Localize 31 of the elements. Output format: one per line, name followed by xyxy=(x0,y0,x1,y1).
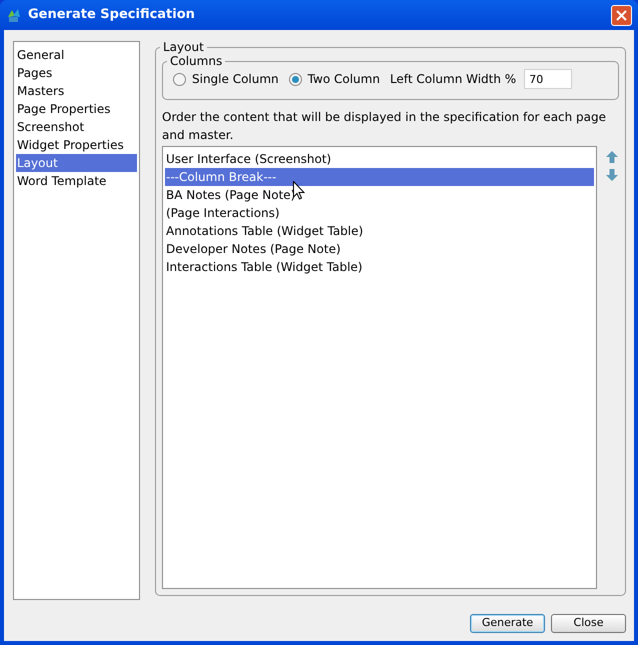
sidebar-item[interactable]: Screenshot xyxy=(16,118,137,136)
width-label: Left Column Width % xyxy=(390,71,516,88)
move-up-icon[interactable] xyxy=(605,150,619,164)
list-item[interactable]: ---Column Break--- xyxy=(165,168,594,186)
sidebar-item[interactable]: Masters xyxy=(16,82,137,100)
radio-button[interactable] xyxy=(288,72,302,86)
group-title: Columns xyxy=(169,54,224,68)
close-icon[interactable] xyxy=(611,4,632,26)
sidebar-item[interactable]: Word Template xyxy=(16,172,137,190)
mouse-cursor-icon xyxy=(293,181,305,200)
dialog-button[interactable]: Close xyxy=(551,614,626,633)
sidebar-item[interactable]: Page Properties xyxy=(16,100,137,118)
list-item[interactable]: Developer Notes (Page Note) xyxy=(165,240,594,258)
list-item[interactable]: (Page Interactions) xyxy=(165,204,594,222)
radio-button[interactable] xyxy=(173,72,186,86)
sidebar-item[interactable]: Pages xyxy=(16,64,137,82)
sidebar-item[interactable]: Widget Properties xyxy=(16,136,137,154)
window-title: Generate Specification xyxy=(28,6,195,24)
radio-label[interactable]: Two Column xyxy=(308,70,380,88)
app-logo-icon xyxy=(6,7,22,23)
list-item[interactable]: Annotations Table (Widget Table) xyxy=(165,222,594,240)
group-title: Layout xyxy=(162,40,205,54)
description-text: Order the content that will be displayed in the specification for each page and master. xyxy=(162,109,608,144)
dialog-button[interactable]: Generate xyxy=(470,614,545,633)
sidebar-item[interactable]: General xyxy=(16,46,137,64)
sidebar-item[interactable]: Layout xyxy=(16,154,137,172)
move-down-icon[interactable] xyxy=(605,168,619,182)
list-item[interactable]: User Interface (Screenshot) xyxy=(165,150,594,168)
width-input-field[interactable]: 70 xyxy=(524,69,572,89)
radio-label[interactable]: Single Column xyxy=(192,70,279,88)
list-item[interactable]: Interactions Table (Widget Table) xyxy=(165,258,594,276)
